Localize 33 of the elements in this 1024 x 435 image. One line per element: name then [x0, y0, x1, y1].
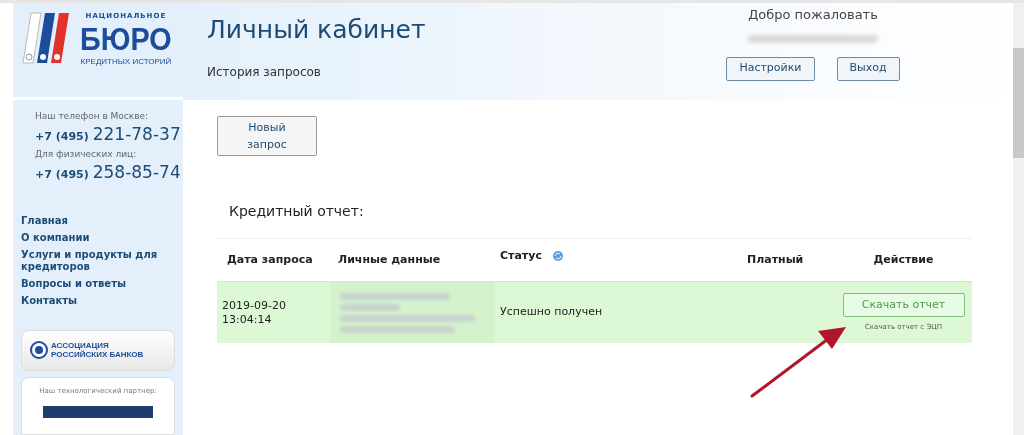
logo-bottom-text: КРЕДИТНЫХ ИСТОРИЙ: [80, 55, 172, 68]
column-header: Действие: [872, 251, 935, 268]
column-header: Личные данные: [337, 251, 442, 268]
greeting: Добро пожаловать: [748, 6, 878, 24]
blurred-text: [340, 303, 400, 311]
nav-link[interactable]: Вопросы и ответы: [21, 278, 171, 291]
banner-text: АССОЦИАЦИЯ РОССИЙСКИХ БАНКОВ: [51, 341, 145, 360]
column-header: Статус: [500, 247, 542, 264]
status-cell-text: Успешно получен: [499, 304, 604, 321]
phone-label: Для физических лиц:: [35, 147, 138, 161]
nav-link[interactable]: О компании: [21, 232, 171, 245]
column-header: Платный: [746, 251, 805, 268]
nav-link[interactable]: Контакты: [21, 295, 171, 308]
phone-number: 258-85-74: [92, 161, 181, 184]
binders-icon: [21, 11, 71, 65]
page-title: Личный кабинет: [207, 14, 427, 46]
header-button[interactable]: Настройки: [726, 56, 815, 81]
refresh-icon[interactable]: [551, 250, 564, 262]
column-header: Дата запроса: [226, 251, 314, 268]
phone-code: +7 (495): [35, 129, 89, 146]
nav-link[interactable]: Услуги и продукты для кредиторов: [21, 249, 171, 274]
section-title: Кредитный отчет:: [229, 202, 365, 221]
badge-icon: [30, 341, 48, 360]
logo-main-text: БЮРО: [80, 21, 172, 56]
phone-number: 221-78-37: [92, 123, 181, 146]
phone-label: Наш телефон в Москве:: [35, 109, 150, 123]
header-button[interactable]: Выход: [836, 56, 900, 81]
page-subtitle: История запросов: [207, 63, 322, 81]
nav-link[interactable]: Главная: [21, 215, 171, 228]
banner[interactable]: АССОЦИАЦИЯ РОССИЙСКИХ БАНКОВ: [21, 330, 175, 371]
date-cell-text: 2019-09-20 13:04:14: [221, 298, 287, 327]
phone-code: +7 (495): [35, 167, 89, 184]
new-request-button[interactable]: Новый запрос: [217, 116, 317, 156]
